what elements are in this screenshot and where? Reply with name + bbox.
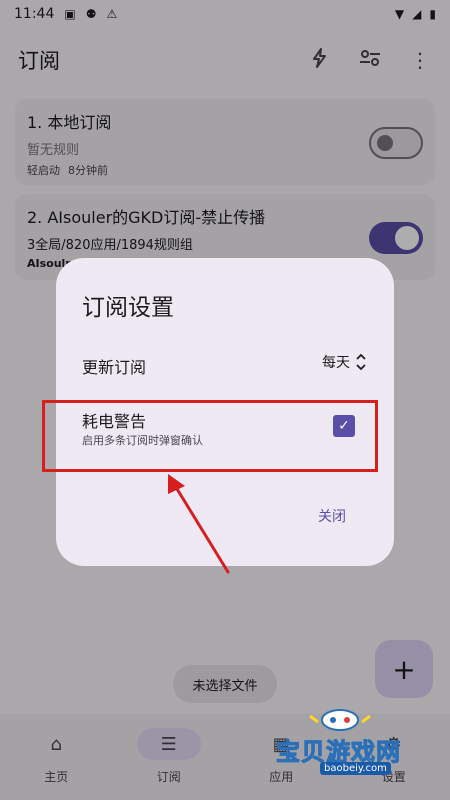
annotation-arrow [168, 474, 230, 574]
watermark-url: baobeiy.com [320, 762, 391, 775]
